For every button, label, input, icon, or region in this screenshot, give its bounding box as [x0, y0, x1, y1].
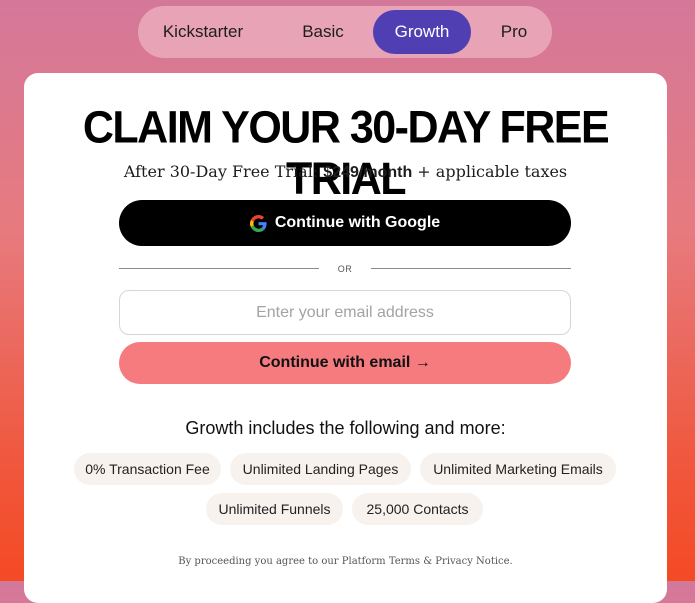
plan-switcher: Kickstarter Basic Growth Pro [138, 6, 552, 58]
feature-chip: Unlimited Funnels [206, 493, 343, 525]
email-field[interactable] [119, 290, 571, 335]
google-g-icon [249, 214, 267, 232]
page-title: CLAIM YOUR 30-DAY FREE TRIAL [82, 102, 610, 205]
feature-chip: 25,000 Contacts [352, 493, 483, 525]
feature-chip: 0% Transaction Fee [74, 453, 221, 485]
trial-price: $249/month [323, 164, 413, 181]
feature-chip: Unlimited Marketing Emails [420, 453, 616, 485]
tab-basic[interactable]: Basic [278, 10, 368, 54]
legal-notice: By proceeding you agree to our Platform … [178, 556, 513, 567]
tab-kickstarter[interactable]: Kickstarter [148, 10, 258, 54]
divider-text: OR [337, 264, 353, 274]
email-button-label: Continue with email → [259, 354, 431, 371]
tab-growth[interactable]: Growth [373, 10, 471, 54]
trial-card: CLAIM YOUR 30-DAY FREE TRIAL After 30-Da… [24, 73, 667, 603]
subtitle-prefix: After 30-Day Free Trial: [123, 162, 324, 181]
features-heading: Growth includes the following and more: [185, 418, 506, 438]
feature-chip: Unlimited Landing Pages [230, 453, 411, 485]
subtitle-suffix: + applicable taxes [412, 162, 568, 181]
divider-line-right [371, 268, 571, 269]
trial-subtitle: After 30-Day Free Trial: $249/month + ap… [24, 162, 667, 182]
or-divider: OR [119, 262, 571, 276]
google-button-label: Continue with Google [274, 214, 441, 231]
tab-pro[interactable]: Pro [481, 10, 547, 54]
continue-with-google-button[interactable]: Continue with Google [119, 200, 571, 246]
continue-with-email-button[interactable]: Continue with email → [119, 342, 571, 384]
